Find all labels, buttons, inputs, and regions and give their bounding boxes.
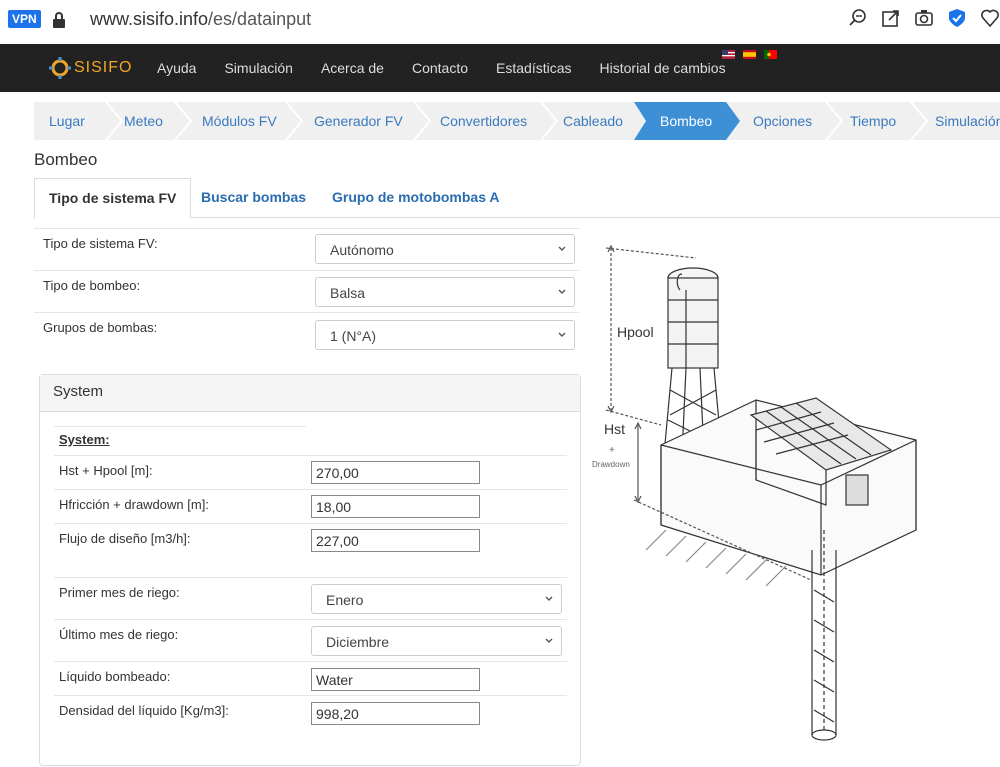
hst-hpool-input[interactable]: 270,00 [311,461,480,484]
grupos-label: Grupos de bombas: [43,320,158,335]
ultimo-mes-label: Último mes de riego: [59,627,179,642]
url-path: /es/datainput [208,9,312,29]
grupos-value: 1 (N°A) [330,328,377,344]
form-row-tipo-sistema: Tipo de sistema FV: Autónomo [34,228,579,271]
browser-toolbar: VPN www.sisifo.info/es/datainput [0,0,1000,44]
row-flujo: Flujo de diseño [m3/h]: 227,00 [54,523,567,578]
row-hst-hpool: Hst + Hpool [m]: 270,00 [54,455,567,490]
hst-hpool-label: Hst + Hpool [m]: [59,463,153,478]
step-generador-fv[interactable]: Generador FV [314,102,403,140]
chevron-right-icon [910,102,929,140]
vpn-badge[interactable]: VPN [8,10,41,28]
step-lugar[interactable]: Lugar [49,102,85,140]
app-navbar: SISIFO Ayuda Simulación Acerca de Contac… [0,44,1000,92]
row-hfriccion: Hfricción + drawdown [m]: 18,00 [54,489,567,524]
flag-pt-icon[interactable] [764,50,777,59]
shield-icon[interactable] [947,8,967,28]
step-convertidores[interactable]: Convertidores [440,102,527,140]
lock-icon[interactable] [52,11,66,29]
hfriccion-input[interactable]: 18,00 [311,495,480,518]
flujo-input[interactable]: 227,00 [311,529,480,552]
chevron-down-icon [558,246,566,251]
page-title: Bombeo [34,150,98,169]
tipo-sistema-value: Autónomo [330,242,394,258]
chevron-right-icon [413,102,432,140]
ultimo-mes-select[interactable]: Diciembre [311,626,562,656]
hpool-label: Hpool [617,324,654,340]
flujo-label: Flujo de diseño [m3/h]: [59,531,191,546]
sisifo-logo[interactable]: SISIFO [48,56,132,80]
chevron-right-icon [825,102,844,140]
liquido-label: Líquido bombeado: [59,669,171,684]
tab-tipo-sistema[interactable]: Tipo de sistema FV [34,178,192,219]
heart-icon[interactable] [980,8,1000,28]
address-bar[interactable]: www.sisifo.info/es/datainput [90,9,311,30]
flag-es-icon[interactable] [743,50,756,59]
ultimo-mes-value: Diciembre [326,634,390,650]
chevron-right-icon [540,102,559,140]
camera-icon[interactable] [914,8,934,28]
drawdown-label: Drawdown [592,460,630,469]
flag-us-icon[interactable] [722,50,735,59]
gear-icon [49,57,71,79]
nav-historial[interactable]: Historial de cambios [600,60,726,76]
step-modulos-fv[interactable]: Módulos FV [202,102,277,140]
step-bombeo-label: Bombeo [660,113,713,129]
chevron-right-icon [105,102,124,140]
step-cableado[interactable]: Cableado [563,102,623,140]
system-panel: System System: Hst + Hpool [m]: 270,00 H… [39,374,581,766]
chevron-down-icon [545,638,553,643]
chevron-active-icon [726,102,740,140]
step-opciones[interactable]: Opciones [753,102,812,140]
logo-text: SISIFO [74,59,133,76]
primer-mes-label: Primer mes de riego: [59,585,180,600]
grupos-select[interactable]: 1 (N°A) [315,320,575,350]
tab-buscar-bombas[interactable]: Buscar bombas [201,178,306,217]
nav-acerca-de[interactable]: Acerca de [321,60,384,76]
row-liquido: Líquido bombeado: Water [54,661,567,696]
chevron-down-icon [558,289,566,294]
tipo-sistema-select[interactable]: Autónomo [315,234,575,264]
row-densidad: Densidad del líquido [Kg/m3]: 998,20 [54,695,567,730]
share-icon[interactable] [881,8,901,28]
step-tiempo[interactable]: Tiempo [850,102,896,140]
tab-grupo-motobombas[interactable]: Grupo de motobombas A [332,178,499,217]
section-divider [54,426,306,427]
hfriccion-label: Hfricción + drawdown [m]: [59,497,209,512]
chevron-down-icon [545,596,553,601]
chevron-right-icon [174,102,193,140]
tipo-bombeo-select[interactable]: Balsa [315,277,575,307]
densidad-input[interactable]: 998,20 [311,702,480,725]
step-meteo[interactable]: Meteo [124,102,163,140]
wizard-steps: Lugar Meteo Módulos FV Generador FV Conv… [34,102,1000,140]
tipo-bombeo-label: Tipo de bombeo: [43,278,141,293]
zoom-icon[interactable] [848,8,868,28]
nav-ayuda[interactable]: Ayuda [157,60,196,76]
form-row-tipo-bombeo: Tipo de bombeo: Balsa [34,270,579,313]
panel-title: System [40,375,580,412]
step-simulacion[interactable]: Simulación [935,102,1000,140]
chevron-notch-icon [634,102,646,140]
row-ultimo-mes: Último mes de riego: Diciembre [54,619,567,662]
liquido-input[interactable]: Water [311,668,480,691]
form-row-grupos: Grupos de bombas: 1 (N°A) [34,312,579,355]
primer-mes-select[interactable]: Enero [311,584,562,614]
tipo-bombeo-value: Balsa [330,285,366,301]
hst-label: Hst [604,421,625,437]
system-section-header: System: [59,432,110,447]
densidad-label: Densidad del líquido [Kg/m3]: [59,703,229,718]
tab-bar: Tipo de sistema FV Buscar bombas Grupo d… [34,178,1000,219]
chevron-right-icon [285,102,304,140]
primer-mes-value: Enero [326,592,364,608]
nav-simulacion[interactable]: Simulación [224,60,292,76]
nav-estadisticas[interactable]: Estadísticas [496,60,571,76]
url-host: www.sisifo.info [90,9,209,29]
plus-label: + [609,445,615,456]
tipo-sistema-label: Tipo de sistema FV: [43,236,158,251]
pumping-system-illustration: Hpool Hst + Drawdown [592,244,917,741]
nav-contacto[interactable]: Contacto [412,60,468,76]
row-primer-mes: Primer mes de riego: Enero [54,577,567,620]
chevron-down-icon [558,332,566,337]
